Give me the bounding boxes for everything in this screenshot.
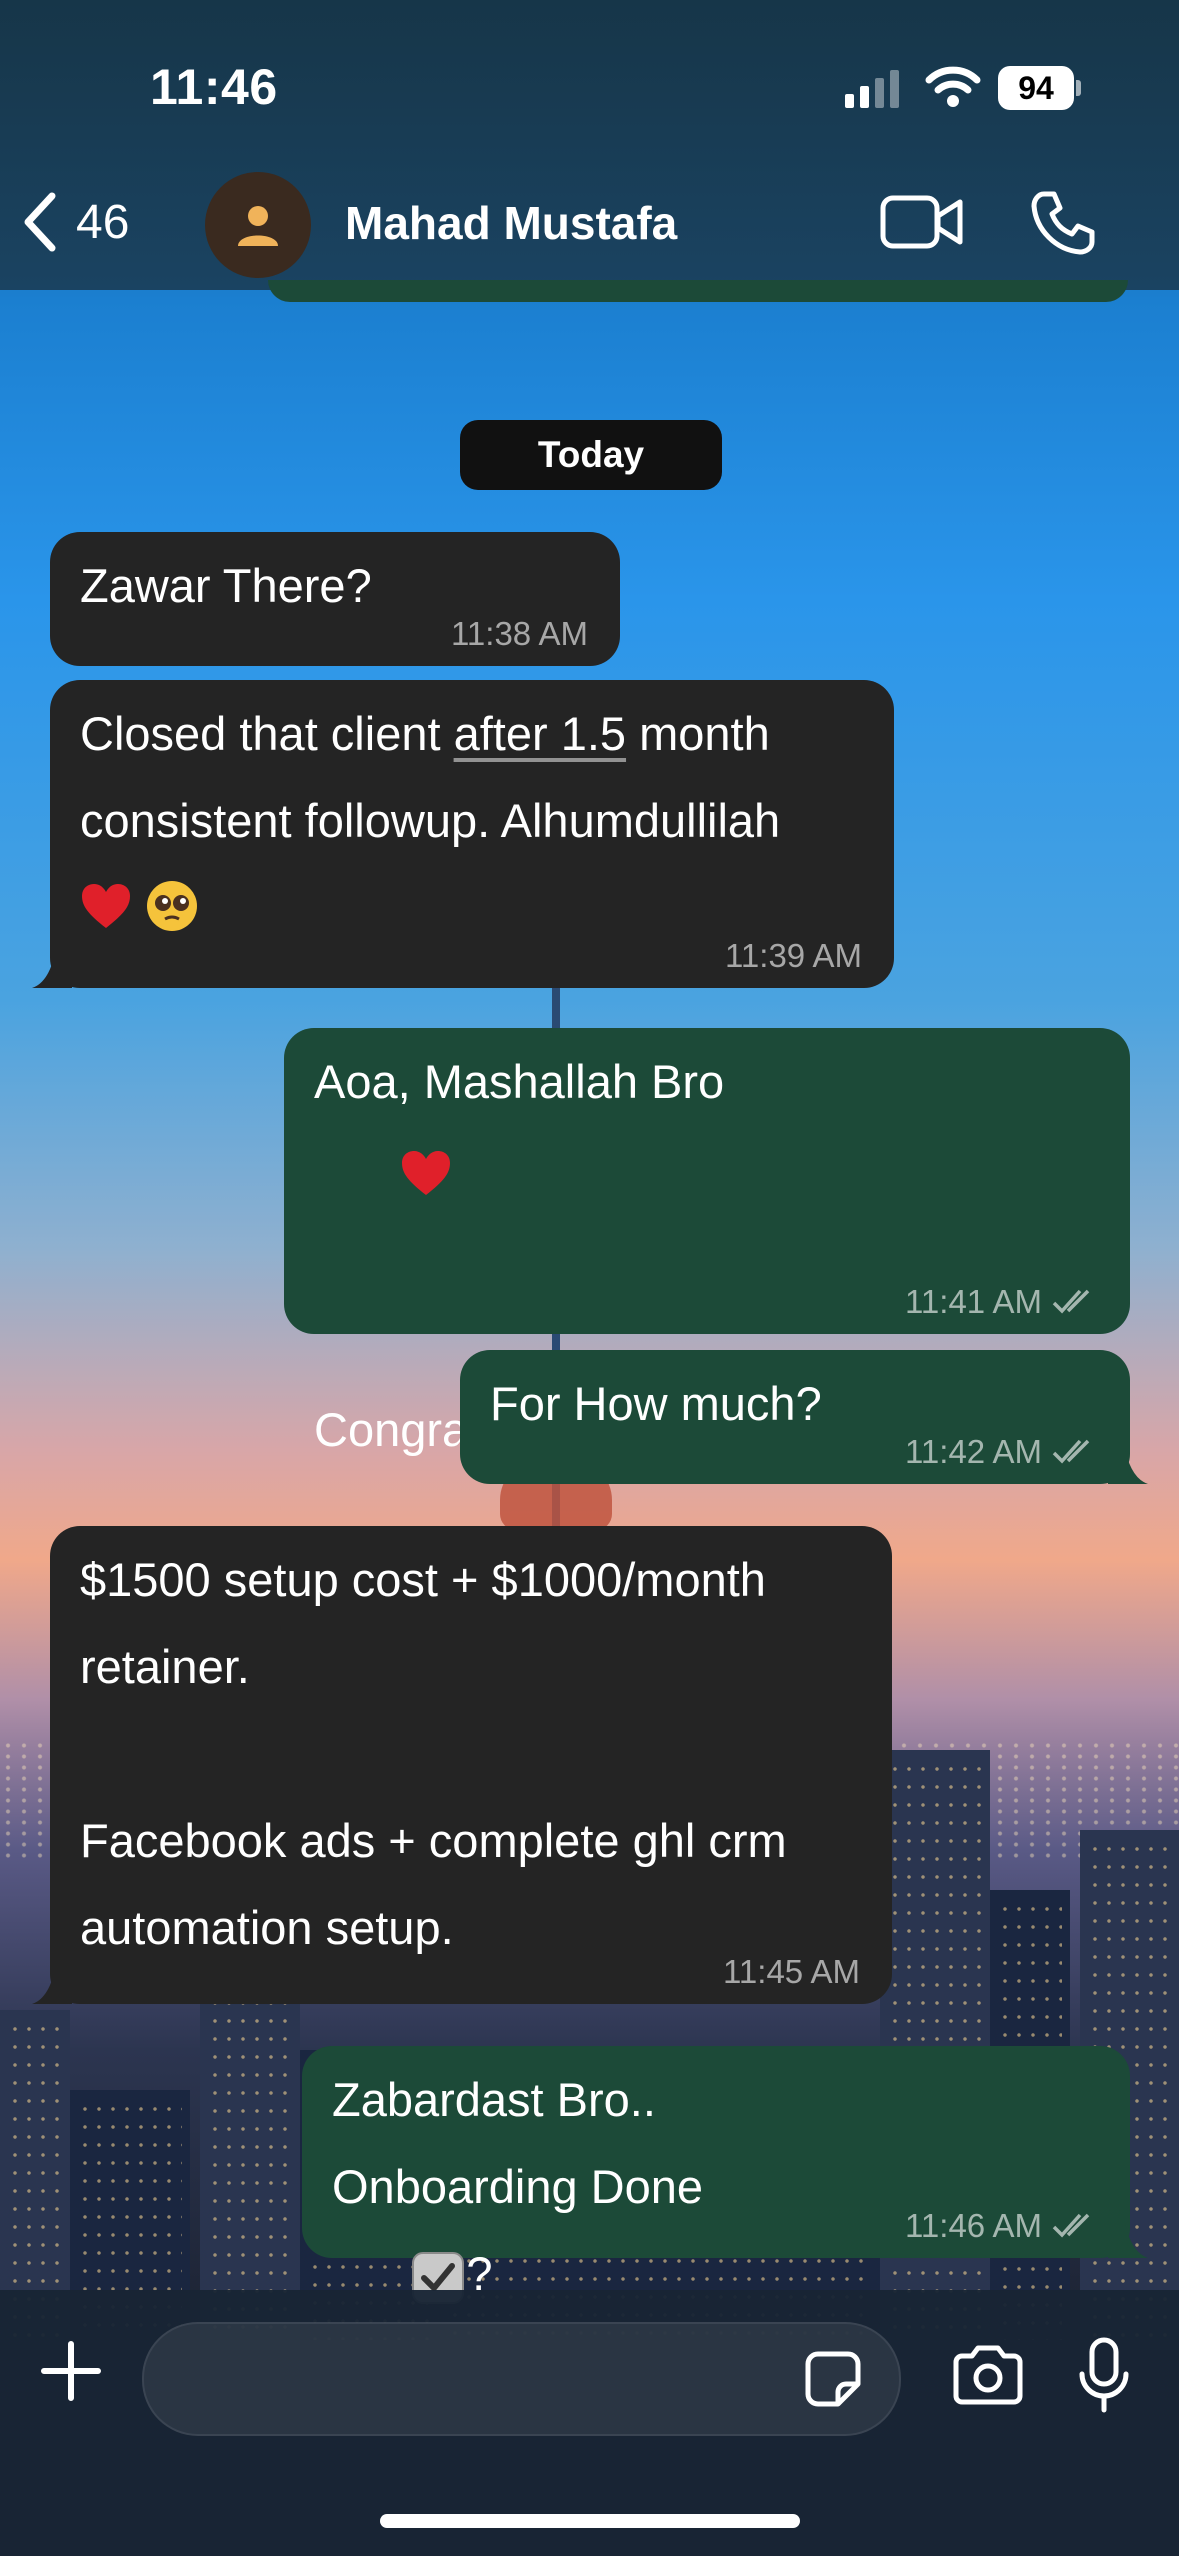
message-outgoing[interactable]: Aoa, Mashallah Bro Congratulations. Fina… [284, 1028, 1130, 1456]
detected-date-link[interactable]: after 1.5 [454, 707, 626, 760]
message-time: 11:45 AM [723, 1953, 860, 1990]
phone-icon[interactable] [1030, 190, 1096, 256]
cellular-signal-icon [845, 68, 899, 108]
message-incoming[interactable]: Closed that client after 1.5 month consi… [32, 680, 894, 988]
contact-name[interactable]: Mahad Mustafa [345, 196, 677, 250]
message-time: 11:38 AM [451, 615, 588, 652]
message-text: Zabardast Bro.. [332, 2073, 656, 2126]
bubble-tail [1108, 1444, 1148, 1484]
video-call-icon[interactable] [880, 192, 964, 252]
red-heart-emoji [402, 1150, 451, 1195]
status-bar: 11:46 94 [0, 0, 1179, 170]
plus-icon[interactable] [38, 2338, 104, 2404]
pleading-face-emoji [147, 880, 198, 931]
message-text: Closed that client after 1.5 month consi… [80, 707, 781, 847]
person-icon [238, 206, 278, 246]
chat-header: 11:46 94 46 Mahad Mustafa [0, 0, 1179, 290]
message-time: 11:46 AM [905, 2209, 1098, 2242]
bubble-tail [32, 1964, 72, 2004]
message-incoming[interactable]: $1500 setup cost + $1000/month retainer.… [32, 1526, 892, 2004]
battery-tip [1076, 80, 1081, 96]
red-heart-emoji [82, 883, 130, 928]
wifi-icon [925, 66, 981, 107]
date-separator: Today [460, 420, 722, 490]
camera-icon[interactable] [950, 2342, 1026, 2408]
back-button[interactable]: 46 [20, 190, 129, 254]
back-chevron-icon [24, 192, 56, 252]
bubble-tail [32, 948, 72, 988]
contact-avatar[interactable] [205, 172, 311, 278]
message-outgoing[interactable]: Zabardast Bro.. Onboarding Done ? 11:46 … [302, 2046, 1148, 2304]
message-text: Aoa, Mashallah Bro [314, 1038, 1100, 1299]
message-time: 11:42 AM [905, 1435, 1098, 1468]
message-text: $1500 setup cost + $1000/month retainer.… [80, 1553, 787, 1954]
sticker-icon[interactable] [802, 2348, 864, 2410]
double-check-icon [1052, 1289, 1090, 1314]
previous-message-edge [268, 280, 1128, 302]
unread-count: 46 [76, 195, 130, 249]
double-check-icon [1052, 2213, 1090, 2238]
bubble-tail [1108, 2218, 1148, 2258]
emoji-row [80, 858, 864, 945]
message-composer [0, 2290, 1179, 2556]
status-time: 11:46 [150, 59, 278, 115]
message-outgoing[interactable]: For How much? 11:42 AM [460, 1350, 1148, 1484]
message-input[interactable] [142, 2322, 901, 2436]
message-list[interactable]: Today Zawar There? 11:38 AM Closed that … [0, 280, 1179, 2556]
message-incoming[interactable]: Zawar There? 11:38 AM [50, 532, 620, 666]
battery-indicator: 94 [998, 66, 1074, 110]
home-indicator [380, 2514, 800, 2528]
microphone-icon[interactable] [1076, 2336, 1132, 2416]
double-check-icon [1052, 1439, 1090, 1464]
message-time: 11:39 AM [725, 937, 862, 974]
message-time: 11:41 AM [905, 1285, 1098, 1318]
